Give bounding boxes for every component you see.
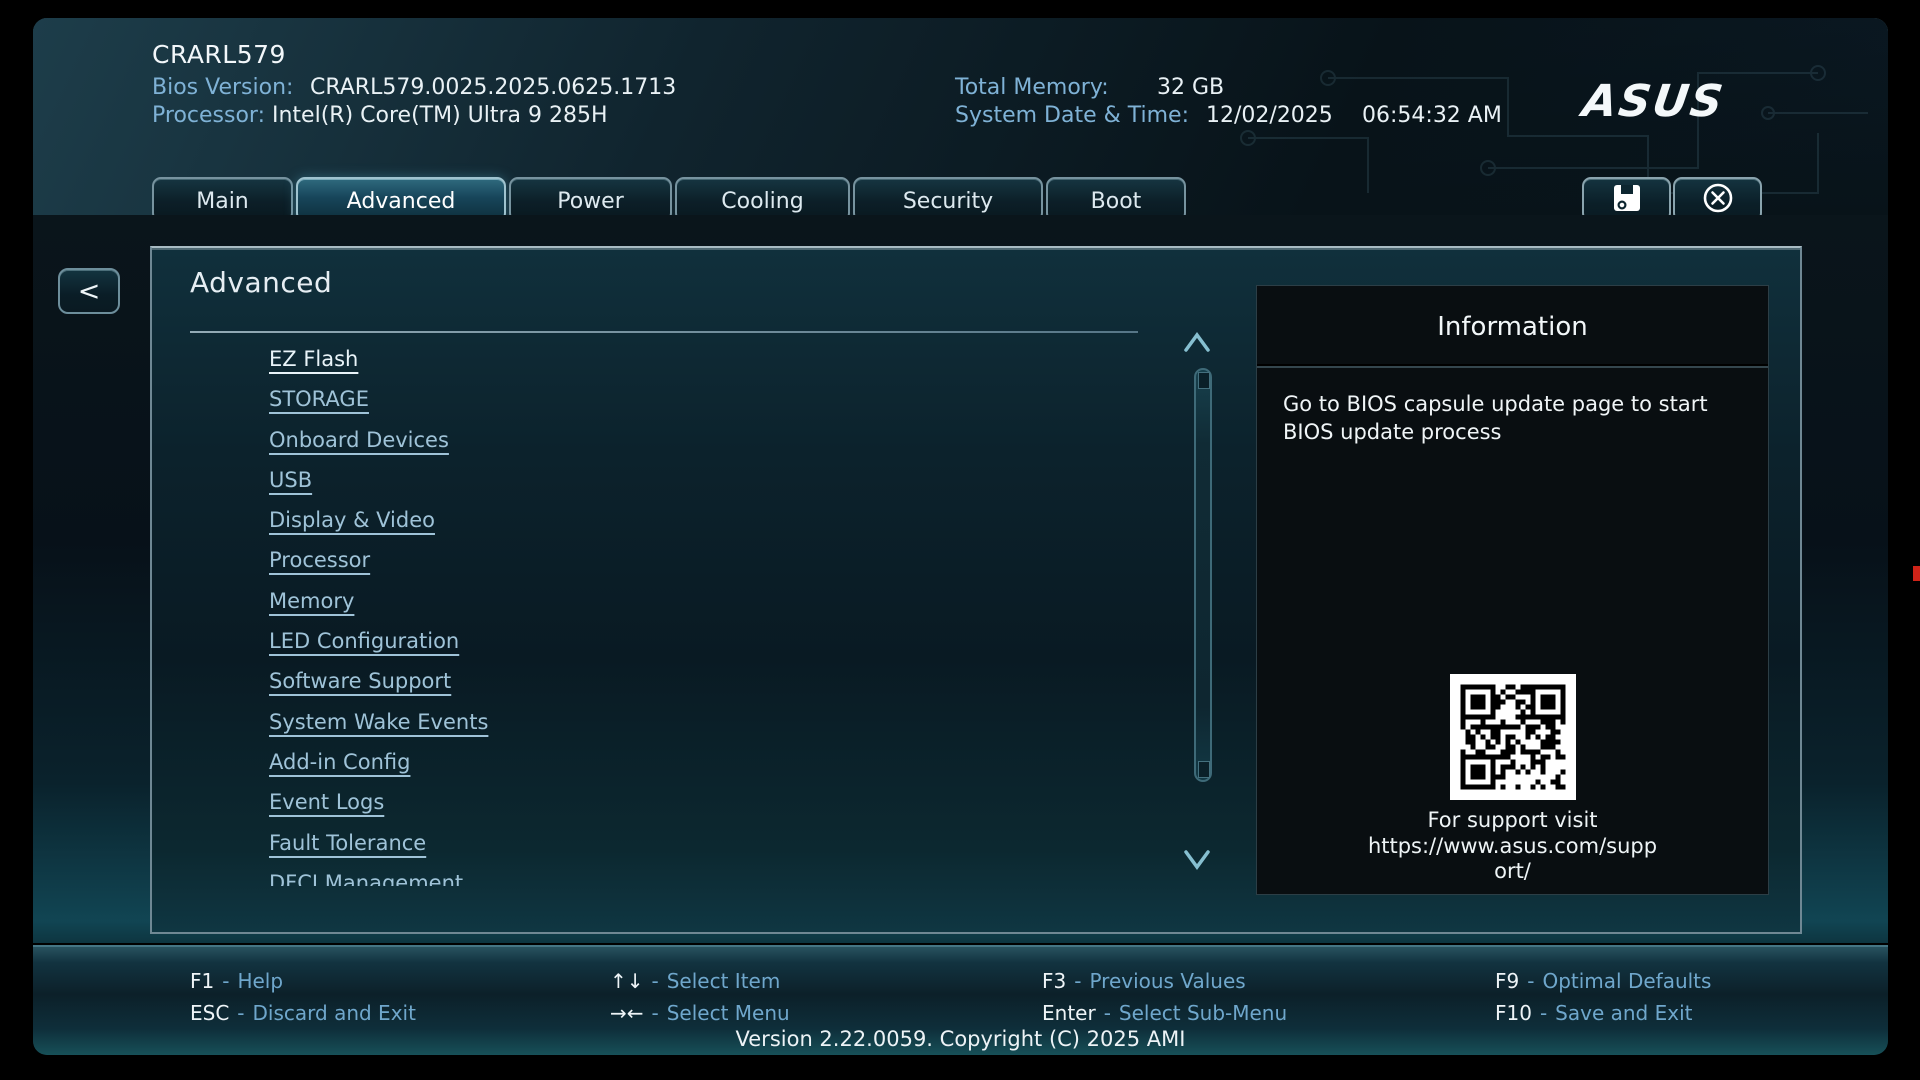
menu-item-software-support[interactable]: Software Support <box>269 661 1029 701</box>
advanced-menu-list: EZ Flash STORAGE Onboard Devices USB Dis… <box>269 339 1029 886</box>
scrollbar-thumb-top-cap[interactable] <box>1198 372 1210 389</box>
menu-item-add-in-config[interactable]: Add-in Config <box>269 742 1029 782</box>
information-panel: Information Go to BIOS capsule update pa… <box>1256 285 1769 895</box>
content-region: < Advanced EZ Flash STORAGE Onboard Devi… <box>33 215 1888 943</box>
datetime-label: System Date & Time: <box>955 103 1189 128</box>
processor-value: Intel(R) Core(TM) Ultra 9 285H <box>272 103 608 128</box>
hotkey-f1-help: F1-Help <box>190 969 283 993</box>
bios-version-value: CRARL579.0025.2025.0625.1713 <box>310 75 676 100</box>
scroll-down-arrow-icon[interactable] <box>1180 846 1214 872</box>
back-chevron-icon: < <box>78 276 101 307</box>
hotkey-arrows-select-menu: →←-Select Menu <box>610 1001 790 1025</box>
total-memory-value: 32 GB <box>1157 75 1224 100</box>
hotkey-arrows-select-item: ↑↓-Select Item <box>610 969 780 993</box>
system-time-value: 06:54:32 AM <box>1362 103 1502 128</box>
menu-item-onboard-devices[interactable]: Onboard Devices <box>269 420 1029 460</box>
hotkey-f9-optimal-defaults: F9-Optimal Defaults <box>1495 969 1711 993</box>
information-divider <box>1257 364 1768 368</box>
support-url-text: For support visit https://www.asus.com/s… <box>1257 808 1768 885</box>
menu-item-processor[interactable]: Processor <box>269 540 1029 580</box>
menu-item-event-logs[interactable]: Event Logs <box>269 782 1029 822</box>
total-memory-label: Total Memory: <box>955 75 1109 100</box>
menu-item-ez-flash[interactable]: EZ Flash <box>269 339 1029 379</box>
scrollbar-track[interactable] <box>1194 368 1212 782</box>
red-edge-artifact <box>1913 566 1920 581</box>
scroll-up-arrow-icon[interactable] <box>1180 330 1214 356</box>
qr-code <box>1450 674 1576 800</box>
bios-version-label: Bios Version: <box>152 75 293 100</box>
hotkey-esc-discard-exit: ESC-Discard and Exit <box>190 1001 416 1025</box>
floppy-save-icon <box>1610 182 1644 218</box>
menu-item-display-video[interactable]: Display & Video <box>269 500 1029 540</box>
system-date-value: 12/02/2025 <box>1206 103 1333 128</box>
bios-window: CRARL579 Bios Version: CRARL579.0025.202… <box>33 18 1888 1055</box>
header: CRARL579 Bios Version: CRARL579.0025.202… <box>33 18 1888 215</box>
menu-item-led-configuration[interactable]: LED Configuration <box>269 621 1029 661</box>
bios-screen: CRARL579 Bios Version: CRARL579.0025.202… <box>0 0 1920 1080</box>
page-title: Advanced <box>190 266 332 299</box>
menu-item-storage[interactable]: STORAGE <box>269 379 1029 419</box>
title-divider <box>190 331 1138 333</box>
advanced-panel: Advanced EZ Flash STORAGE Onboard Device… <box>150 246 1802 934</box>
asus-logo: ASUS <box>1579 76 1727 127</box>
menu-item-dfci-management[interactable]: DFCI Management <box>269 863 1029 886</box>
processor-label: Processor: <box>152 103 265 128</box>
hotkey-enter-sub-menu: Enter-Select Sub-Menu <box>1042 1001 1287 1025</box>
qr-code-svg <box>1450 674 1576 800</box>
menu-item-system-wake-events[interactable]: System Wake Events <box>269 702 1029 742</box>
hotkey-f10-save-exit: F10-Save and Exit <box>1495 1001 1692 1025</box>
information-title: Information <box>1257 286 1768 342</box>
back-button[interactable]: < <box>58 268 120 314</box>
menu-item-fault-tolerance[interactable]: Fault Tolerance <box>269 823 1029 863</box>
hotkey-bar: F1-Help ESC-Discard and Exit ↑↓-Select I… <box>33 943 1888 1055</box>
circle-x-exit-icon <box>1701 181 1735 219</box>
model-name: CRARL579 <box>152 40 286 69</box>
scrollbar-thumb-bottom-cap[interactable] <box>1198 761 1210 778</box>
menu-item-memory[interactable]: Memory <box>269 581 1029 621</box>
information-body: Go to BIOS capsule update page to start … <box>1283 390 1713 447</box>
bios-version-footer: Version 2.22.0059. Copyright (C) 2025 AM… <box>33 1027 1888 1051</box>
menu-item-usb[interactable]: USB <box>269 460 1029 500</box>
hotkey-f3-previous-values: F3-Previous Values <box>1042 969 1246 993</box>
